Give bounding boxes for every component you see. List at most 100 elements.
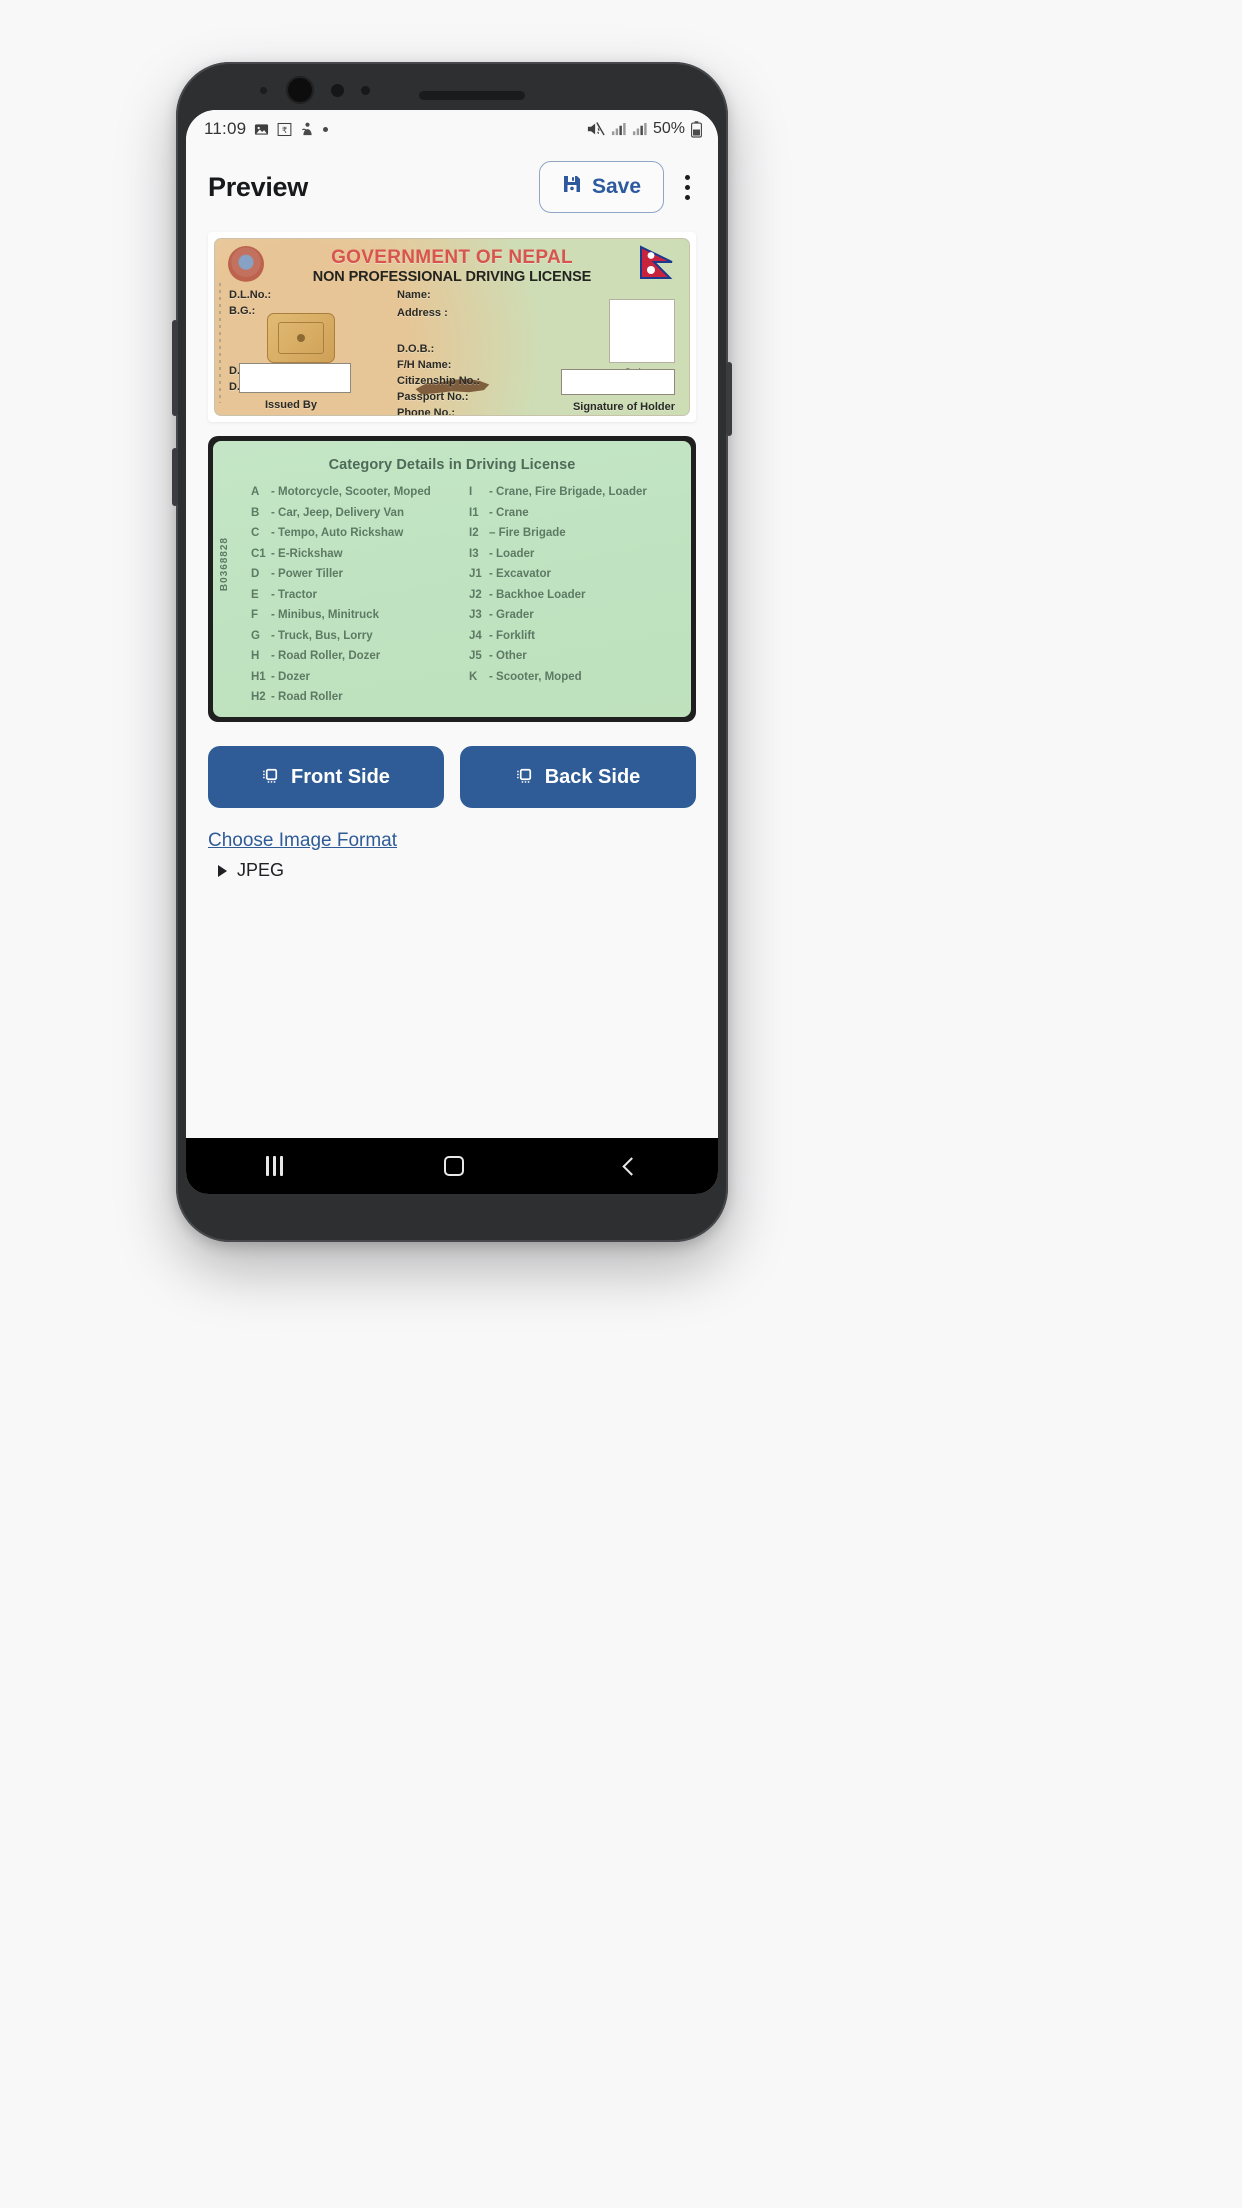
category-description: - Forklift	[489, 629, 535, 642]
svg-text:₹: ₹	[282, 124, 287, 134]
label-phone: Phone No.:	[397, 407, 456, 416]
volume-button[interactable]	[172, 320, 178, 416]
recents-bar	[280, 1156, 284, 1176]
dot-icon	[323, 126, 329, 132]
category-description: - Scooter, Moped	[489, 670, 582, 683]
category-description: - Truck, Bus, Lorry	[271, 629, 373, 642]
kebab-dot	[684, 184, 690, 190]
status-bar-left: 11:09 ₹	[204, 119, 329, 139]
category-code: J4	[469, 629, 482, 642]
category-row: I - Crane, Fire Brigade, Loader	[469, 486, 679, 498]
back-side-button[interactable]: Back Side	[460, 746, 696, 808]
battery-percent-label: 50%	[652, 120, 685, 137]
phone-device: 11:09 ₹ 50% Preview Save GOVERNMENT OF N…	[172, 62, 732, 1242]
label-signature: Signature of Holder	[572, 401, 675, 413]
label-fh-name: F/H Name:	[397, 359, 452, 371]
category-description: - Tempo, Auto Rickshaw	[271, 527, 404, 539]
save-button[interactable]: Save	[538, 161, 664, 213]
assistant-button[interactable]	[172, 448, 178, 506]
card-chip-graphic	[267, 313, 335, 363]
image-format-value: JPEG	[237, 860, 285, 880]
image-format-value-row[interactable]: JPEG	[218, 860, 696, 881]
category-description: - Minibus, Minitruck	[271, 609, 379, 621]
category-row: I1 - Crane	[469, 507, 679, 519]
category-card-title: Category Details in Driving License	[328, 457, 576, 473]
category-code: H2	[251, 691, 266, 703]
issued-by-box	[239, 363, 351, 393]
category-description: - Road Roller, Dozer	[271, 650, 381, 662]
phone-screen: 11:09 ₹ 50% Preview Save GOVERNMENT OF N…	[186, 110, 718, 1194]
side-selector-buttons: Front Side Back Side	[208, 746, 696, 808]
license-title: GOVERNMENT OF NEPAL	[331, 247, 573, 268]
license-preview-container[interactable]: GOVERNMENT OF NEPAL NON PROFESSIONAL DRI…	[208, 232, 696, 422]
category-description: - Road Roller	[271, 691, 343, 703]
status-bar-right: 50%	[586, 120, 702, 138]
category-row: J3 - Grader	[469, 609, 679, 621]
card-serial-number: B0368828	[219, 537, 230, 592]
category-details-card: B0368828 Category Details in Driving Lic…	[213, 441, 691, 717]
front-side-button[interactable]: Front Side	[208, 746, 444, 808]
signal-2-icon	[632, 122, 647, 136]
content-scroll-area[interactable]: GOVERNMENT OF NEPAL NON PROFESSIONAL DRI…	[186, 230, 718, 881]
three-dot-menu-icon[interactable]	[670, 161, 704, 213]
back-side-button-label: Back Side	[544, 765, 641, 788]
category-code: H	[251, 650, 260, 662]
category-code: C1	[251, 547, 266, 560]
category-description: - E-Rickshaw	[271, 547, 343, 560]
battery-icon	[691, 120, 702, 138]
category-row: H2 - Road Roller	[251, 691, 461, 703]
category-code: C	[251, 527, 260, 539]
home-icon[interactable]	[443, 1156, 464, 1176]
rupee-icon: ₹	[277, 122, 292, 137]
sensor-icon	[260, 87, 267, 94]
category-row: I3 - Loader	[469, 548, 679, 560]
category-description: – Fire Brigade	[489, 527, 566, 539]
choose-image-format-link[interactable]: Choose Image Format	[208, 830, 397, 852]
category-description: - Crane, Fire Brigade, Loader	[489, 486, 647, 498]
category-code: E	[251, 588, 259, 601]
category-code: B	[251, 506, 260, 519]
category-code: K	[469, 670, 478, 683]
signature-box	[561, 369, 675, 395]
category-description: - Motorcycle, Scooter, Moped	[271, 486, 431, 498]
front-camera-icon	[286, 76, 314, 104]
recents-icon[interactable]	[266, 1156, 284, 1176]
category-row: K - Scooter, Moped	[469, 671, 679, 683]
back-icon[interactable]	[621, 1156, 641, 1176]
power-button[interactable]	[726, 362, 732, 436]
category-row: C - Tempo, Auto Rickshaw	[251, 527, 461, 539]
category-row: G - Truck, Bus, Lorry	[251, 630, 461, 642]
category-code: J1	[469, 568, 482, 580]
category-description: - Dozer	[271, 670, 310, 683]
driving-license-card: GOVERNMENT OF NEPAL NON PROFESSIONAL DRI…	[214, 238, 690, 416]
screenshot-root: 11:09 ₹ 50% Preview Save GOVERNMENT OF N…	[0, 0, 1242, 2208]
category-description: - Other	[489, 650, 527, 662]
recents-bar	[273, 1156, 277, 1176]
category-row: D - Power Tiller	[251, 568, 461, 580]
save-button-label: Save	[591, 175, 641, 198]
image-format-section: Choose Image Format JPEG	[208, 830, 696, 881]
category-row: J5 - Other	[469, 650, 679, 662]
license-subtitle: NON PROFESSIONAL DRIVING LICENSE	[312, 269, 592, 285]
category-column-right: I- Crane, Fire Brigade, Loader I1- Crane I…	[469, 486, 679, 703]
card-chip-icon	[262, 765, 281, 790]
category-code: J2	[469, 588, 482, 601]
category-card-container[interactable]: B0368828 Category Details in Driving Lic…	[208, 436, 696, 722]
category-code: J5	[469, 650, 482, 662]
category-code: F	[251, 609, 259, 621]
category-row: A - Motorcycle, Scooter, Moped	[251, 486, 461, 498]
card-edge-pattern	[219, 283, 221, 403]
status-bar: 11:09 ₹ 50%	[186, 110, 718, 144]
status-time: 11:09	[204, 119, 247, 138]
label-citizenship: Citizenship No.:	[397, 375, 481, 387]
category-code: A	[251, 486, 260, 498]
label-issued-by: Issued By	[265, 399, 317, 411]
category-row: I2 – Fire Brigade	[469, 527, 679, 539]
label-name: Name:	[397, 289, 431, 301]
category-columns: A - Motorcycle, Scooter, Moped B - Car, Jee…	[225, 486, 679, 703]
caret-right-icon[interactable]	[218, 864, 227, 877]
category-row: J4 - Forklift	[469, 630, 679, 642]
recents-bar	[266, 1156, 270, 1176]
category-description: - Backhoe Loader	[489, 588, 586, 601]
signal-1-icon	[611, 122, 626, 136]
